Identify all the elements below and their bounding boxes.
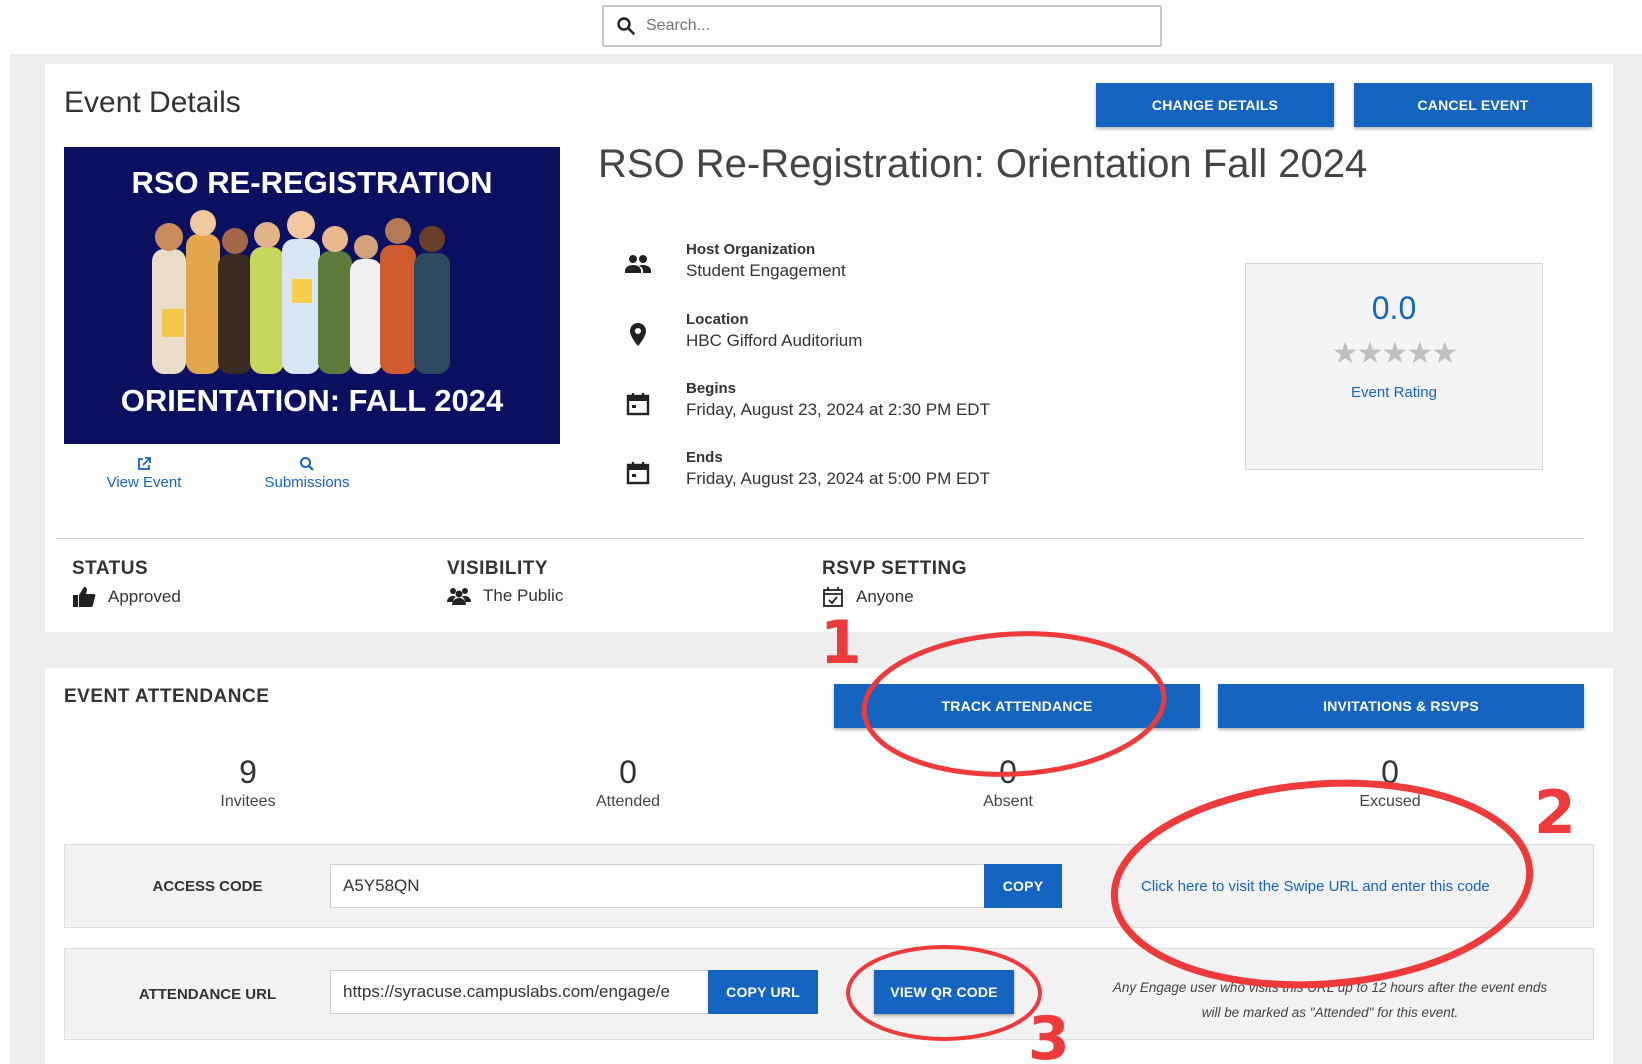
flyer-heading: RSO RE-REGISTRATION bbox=[131, 165, 493, 200]
begins-label: Begins bbox=[686, 380, 737, 397]
stat-value: 9 bbox=[239, 754, 257, 790]
ends-label: Ends bbox=[686, 449, 723, 466]
stat-label: Invitees bbox=[220, 793, 276, 810]
people-icon bbox=[625, 255, 651, 273]
host-label: Host Organization bbox=[686, 241, 816, 258]
attendance-url-field[interactable]: https://syracuse.campuslabs.com/engage/e bbox=[330, 970, 710, 1014]
view-event-label: View Event bbox=[106, 474, 182, 491]
stat-value: 0 bbox=[999, 754, 1017, 790]
attendance-url-label: ATTENDANCE URL bbox=[138, 986, 277, 1003]
status-label: STATUS bbox=[72, 558, 149, 579]
change-details-button[interactable]: CHANGE DETAILS bbox=[1096, 83, 1334, 127]
search-box[interactable] bbox=[602, 5, 1162, 47]
view-qr-code-button[interactable]: VIEW QR CODE bbox=[874, 970, 1014, 1014]
annotation-number-1: 1 bbox=[820, 608, 862, 678]
submissions-link[interactable]: Submissions bbox=[262, 456, 352, 491]
swipe-url-link[interactable]: Click here to visit the Swipe URL and en… bbox=[1141, 878, 1490, 895]
calendar-icon bbox=[626, 462, 650, 485]
stat-attended: 0 Attended bbox=[528, 754, 728, 811]
search-icon bbox=[617, 17, 635, 35]
stat-value: 0 bbox=[619, 754, 637, 790]
visibility-block: VISIBILITY The Public bbox=[447, 558, 563, 606]
copy-url-button[interactable]: COPY URL bbox=[708, 970, 818, 1014]
note-line-1: Any Engage user who visits this URL up t… bbox=[1112, 980, 1548, 995]
invitations-rsvps-button[interactable]: INVITATIONS & RSVPS bbox=[1218, 684, 1584, 728]
stat-label: Attended bbox=[595, 793, 661, 810]
track-attendance-button[interactable]: TRACK ATTENDANCE bbox=[834, 684, 1200, 728]
access-code-field[interactable]: A5Y58QN bbox=[330, 864, 986, 908]
stat-label: Excused bbox=[1359, 793, 1421, 810]
stat-value: 0 bbox=[1381, 754, 1399, 790]
event-title: RSO Re-Registration: Orientation Fall 20… bbox=[598, 142, 1368, 186]
location-label: Location bbox=[686, 311, 749, 328]
stat-excused: 0 Excused bbox=[1290, 754, 1490, 811]
map-pin-icon bbox=[630, 323, 646, 346]
rsvp-label: RSVP SETTING bbox=[822, 558, 968, 579]
flyer-subheading: ORIENTATION: FALL 2024 bbox=[120, 383, 504, 418]
submissions-label: Submissions bbox=[264, 474, 350, 491]
thumbs-up-icon bbox=[73, 587, 96, 607]
stat-invitees: 9 Invitees bbox=[148, 754, 348, 811]
note-line-2: will be marked as "Attended" for this ev… bbox=[1201, 1005, 1459, 1020]
search-input[interactable] bbox=[646, 17, 1126, 35]
stat-absent: 0 Absent bbox=[908, 754, 1108, 811]
attendance-url-note: Any Engage user who visits this URL up t… bbox=[1080, 975, 1580, 1025]
location-value: HBC Gifford Auditorium bbox=[686, 331, 863, 350]
annotation-number-2: 2 bbox=[1534, 778, 1576, 848]
host-value: Student Engagement bbox=[686, 261, 846, 280]
calendar-check-icon bbox=[823, 587, 843, 607]
page-title: Event Details bbox=[64, 86, 241, 119]
event-flyer-image: RSO RE-REGISTRATION ORIENTATION: FALL 20… bbox=[64, 147, 560, 444]
annotation-number-3: 3 bbox=[1028, 1004, 1070, 1064]
students-illustration bbox=[152, 210, 450, 374]
status-block: STATUS Approved bbox=[72, 558, 181, 608]
event-rating-box: 0.0 ★★★★★ Event Rating bbox=[1245, 263, 1543, 470]
external-link-icon bbox=[138, 457, 151, 470]
rating-value: 0.0 bbox=[1371, 290, 1417, 326]
rsvp-value: Anyone bbox=[856, 587, 914, 606]
visibility-value: The Public bbox=[483, 586, 564, 605]
copy-code-button[interactable]: COPY bbox=[984, 864, 1062, 908]
rsvp-setting-block: RSVP SETTING Anyone bbox=[822, 558, 967, 608]
stat-label: Absent bbox=[983, 793, 1033, 810]
calendar-icon bbox=[626, 393, 650, 416]
cancel-event-button[interactable]: CANCEL EVENT bbox=[1354, 83, 1592, 127]
top-bar bbox=[0, 0, 1642, 54]
section-divider bbox=[56, 538, 1584, 539]
begins-value: Friday, August 23, 2024 at 2:30 PM EDT bbox=[686, 400, 990, 419]
search-icon bbox=[300, 457, 314, 471]
view-event-link[interactable]: View Event bbox=[104, 456, 184, 491]
access-code-label: ACCESS CODE bbox=[152, 878, 263, 895]
event-rating-label: Event Rating bbox=[1351, 384, 1437, 401]
event-attendance-title: EVENT ATTENDANCE bbox=[64, 686, 270, 707]
status-value: Approved bbox=[108, 587, 181, 606]
visibility-label: VISIBILITY bbox=[447, 558, 549, 579]
ends-value: Friday, August 23, 2024 at 5:00 PM EDT bbox=[686, 469, 990, 488]
users-icon bbox=[447, 588, 471, 605]
star-rating-icons: ★★★★★ bbox=[1331, 337, 1458, 370]
